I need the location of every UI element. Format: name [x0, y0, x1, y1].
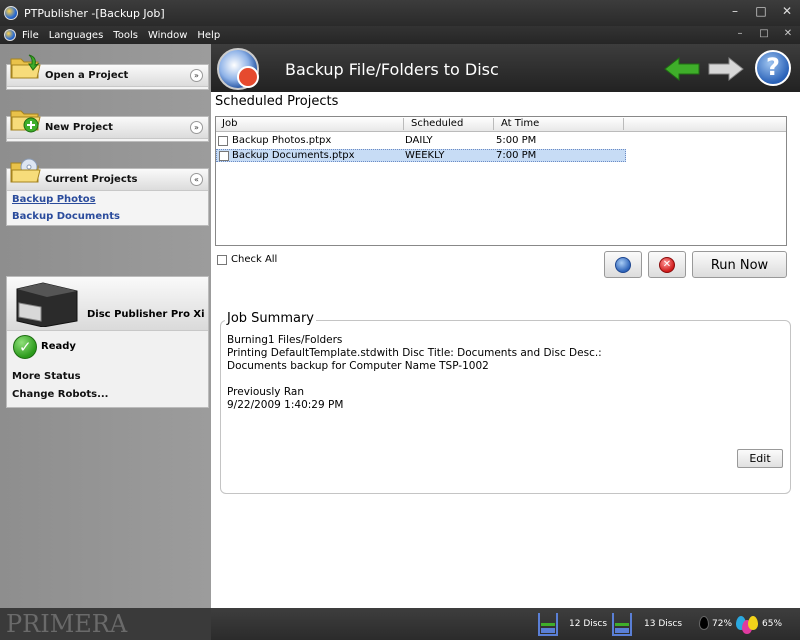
minimize-button[interactable]: –: [728, 4, 742, 18]
menu-help[interactable]: Help: [197, 30, 220, 41]
check-icon: ✓: [13, 335, 37, 359]
column-job[interactable]: Job: [222, 118, 237, 129]
main-content: Backup File/Folders to Disc ? Scheduled …: [211, 44, 800, 608]
doc-close-button[interactable]: ✕: [782, 28, 794, 39]
sidebar: Open a Project » New Project » Current P…: [0, 44, 211, 608]
summary-line: Documents backup for Computer Name TSP-1…: [227, 360, 489, 372]
status-bar: 12 Discs 13 Discs 72% 65%: [211, 608, 800, 640]
disc-folder-icon: [10, 158, 41, 183]
printer-icon: [16, 282, 78, 327]
row-checkbox[interactable]: [219, 151, 229, 161]
run-now-label: Run Now: [710, 258, 769, 273]
main-header: Backup File/Folders to Disc ?: [211, 44, 800, 92]
delete-icon: ✕: [659, 257, 675, 273]
printer-status: Ready: [41, 341, 76, 352]
row-time: 7:00 PM: [496, 150, 537, 161]
chevron-up-icon[interactable]: «: [190, 173, 203, 186]
summary-line: Previously Ran: [227, 386, 304, 398]
current-projects-label: Current Projects: [45, 174, 138, 185]
row-scheduled: WEEKLY: [405, 150, 445, 161]
printer-panel: Disc Publisher Pro Xi ✓ Ready More Statu…: [6, 276, 209, 408]
app-icon: [4, 6, 18, 20]
summary-line: Printing DefaultTemplate.stdwith Disc Ti…: [227, 347, 602, 359]
new-project-panel[interactable]: New Project »: [6, 110, 209, 142]
bin1-disc-count: 12 Discs: [569, 619, 608, 629]
page-title: Backup File/Folders to Disc: [285, 60, 499, 79]
yellow-ink-icon: [748, 616, 758, 630]
black-ink-level: 72%: [712, 619, 733, 629]
open-project-panel[interactable]: Open a Project »: [6, 54, 209, 90]
scheduled-projects-label: Scheduled Projects: [215, 94, 339, 109]
summary-line: Burning1 Files/Folders: [227, 334, 343, 346]
black-ink-icon: [699, 616, 709, 630]
alarm-clock-icon: [217, 48, 259, 90]
row-checkbox[interactable]: [218, 136, 228, 146]
table-row[interactable]: Backup Photos.ptpx DAILY 5:00 PM: [216, 135, 626, 148]
row-time: 5:00 PM: [496, 135, 537, 146]
primera-logo: PRIMERA: [6, 610, 128, 638]
change-robots-link[interactable]: Change Robots...: [12, 389, 108, 400]
edit-button[interactable]: Edit: [737, 449, 783, 468]
summary-line: 9/22/2009 1:40:29 PM: [227, 399, 344, 411]
menu-tools[interactable]: Tools: [113, 30, 138, 41]
menu-window[interactable]: Window: [148, 30, 187, 41]
new-folder-icon: [10, 110, 41, 133]
open-project-label: Open a Project: [45, 70, 129, 81]
list-header: Job Scheduled At Time: [216, 117, 786, 132]
row-job: Backup Documents.ptpx: [232, 150, 355, 161]
doc-restore-button[interactable]: □: [758, 28, 770, 39]
run-now-button[interactable]: Run Now: [692, 251, 787, 278]
help-button[interactable]: ?: [755, 50, 791, 86]
check-all-checkbox[interactable]: [217, 255, 227, 265]
menu-file[interactable]: File: [22, 30, 39, 41]
doc-minimize-button[interactable]: –: [734, 28, 746, 39]
printer-header: Disc Publisher Pro Xi: [7, 277, 208, 331]
open-folder-icon: [10, 54, 41, 79]
window-title: PTPublisher -[Backup Job]: [24, 6, 165, 20]
disc-bin-icon: [612, 613, 632, 636]
current-projects-panel: Current Projects « Backup Photos Backup …: [6, 158, 209, 226]
close-button[interactable]: ✕: [780, 4, 794, 18]
edit-icon: [615, 257, 631, 273]
table-row-selected[interactable]: Backup Documents.ptpx WEEKLY 7:00 PM: [216, 149, 626, 162]
color-ink-level: 65%: [762, 619, 783, 629]
maximize-button[interactable]: □: [754, 4, 768, 18]
more-status-link[interactable]: More Status: [12, 371, 81, 382]
chevron-down-icon[interactable]: »: [190, 69, 203, 82]
document-icon[interactable]: [4, 29, 16, 41]
edit-schedule-button[interactable]: [604, 251, 642, 278]
menu-languages[interactable]: Languages: [49, 30, 104, 41]
row-scheduled: DAILY: [405, 135, 433, 146]
menu-bar: File Languages Tools Window Help – □ ✕: [0, 26, 800, 44]
brand-area: PRIMERA: [2, 608, 211, 640]
scheduled-projects-list[interactable]: Job Scheduled At Time Backup Photos.ptpx…: [215, 116, 787, 246]
forward-arrow-icon[interactable]: [707, 56, 745, 82]
column-at-time[interactable]: At Time: [501, 118, 539, 129]
bin2-disc-count: 13 Discs: [644, 619, 683, 629]
row-job: Backup Photos.ptpx: [232, 135, 332, 146]
column-scheduled[interactable]: Scheduled: [411, 118, 463, 129]
back-arrow-icon[interactable]: [663, 56, 701, 82]
job-summary-title: Job Summary: [225, 311, 316, 326]
chevron-down-icon[interactable]: »: [190, 121, 203, 134]
project-link-backup-photos[interactable]: Backup Photos: [12, 194, 96, 205]
printer-name: Disc Publisher Pro Xi: [87, 309, 205, 320]
title-bar: PTPublisher -[Backup Job] – □ ✕: [0, 0, 800, 26]
project-link-backup-documents[interactable]: Backup Documents: [12, 211, 120, 222]
disc-bin-icon: [538, 613, 558, 636]
delete-button[interactable]: ✕: [648, 251, 686, 278]
check-all-label[interactable]: Check All: [231, 254, 277, 265]
new-project-label: New Project: [45, 122, 113, 133]
